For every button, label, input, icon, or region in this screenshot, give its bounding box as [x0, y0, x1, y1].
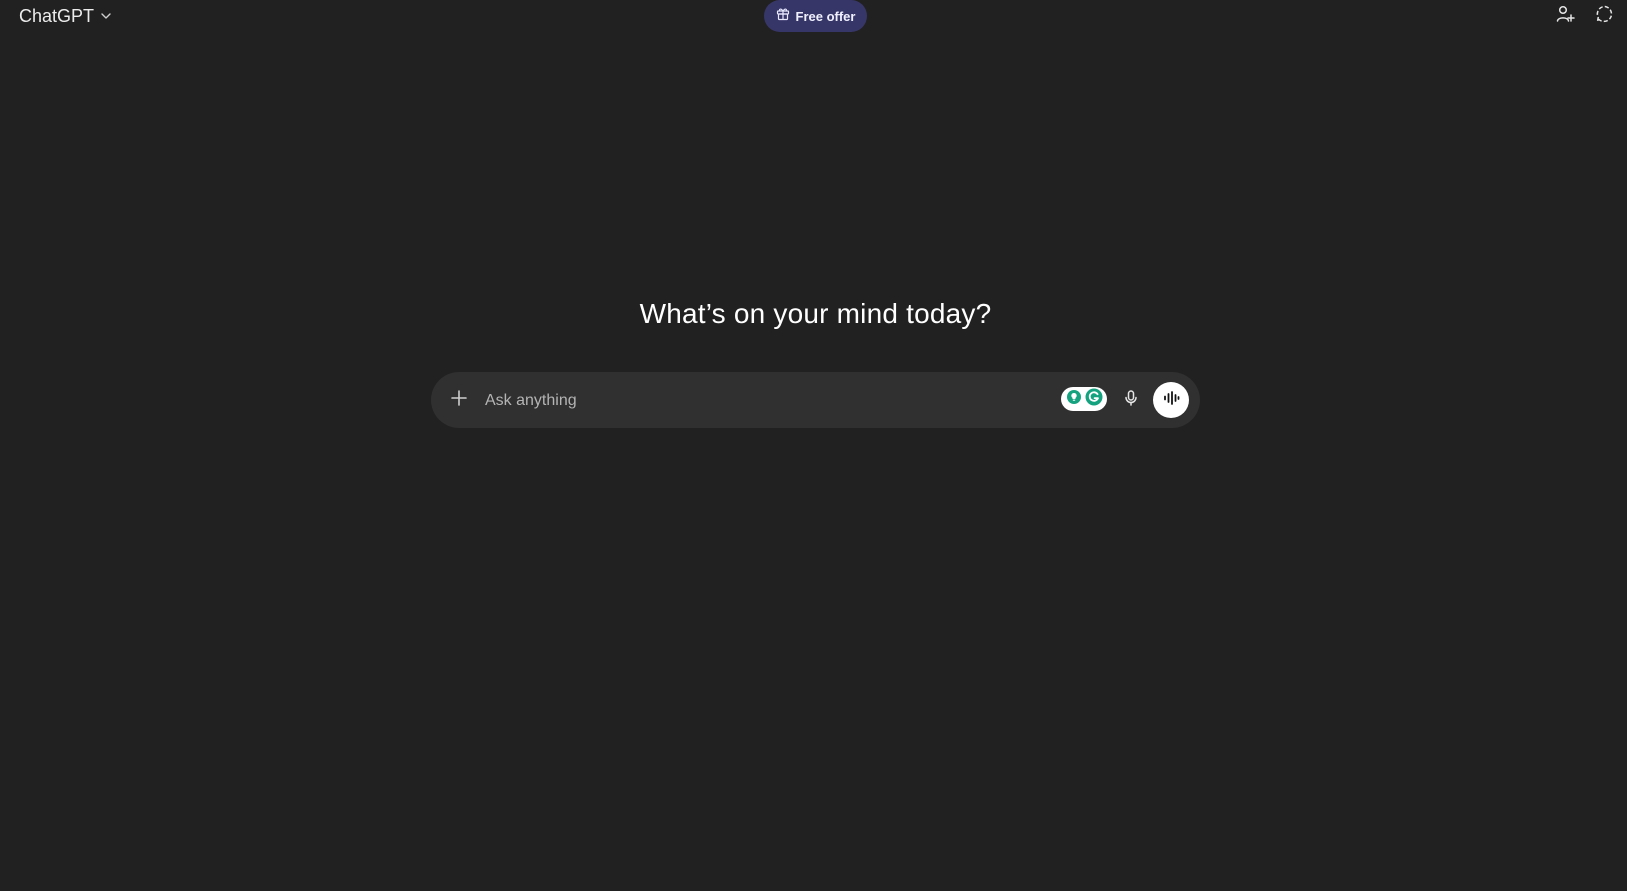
add-attachment-button[interactable]	[445, 386, 473, 414]
chevron-down-icon	[100, 10, 112, 22]
voice-waveform-icon	[1162, 389, 1180, 412]
lightbulb-icon	[1066, 389, 1082, 410]
add-user-icon	[1555, 4, 1575, 29]
prompt-input[interactable]	[483, 386, 987, 416]
gift-icon	[776, 7, 790, 26]
grammarly-extension-badge[interactable]	[1061, 387, 1107, 411]
dashed-chat-bubble-icon	[1595, 4, 1615, 29]
share-button[interactable]	[1553, 4, 1577, 28]
voice-mode-button[interactable]	[1153, 382, 1189, 418]
page-title: What’s on your mind today?	[639, 298, 992, 329]
plus-icon	[450, 389, 468, 412]
model-label: ChatGPT	[19, 5, 95, 26]
microphone-icon	[1122, 389, 1140, 412]
free-offer-button[interactable]: Free offer	[764, 0, 867, 32]
grammarly-icon	[1085, 388, 1103, 411]
temporary-chat-button[interactable]	[1593, 4, 1617, 28]
model-switcher-button[interactable]: ChatGPT	[12, 2, 119, 30]
dictate-button[interactable]	[1117, 386, 1145, 414]
free-offer-label: Free offer	[795, 8, 856, 24]
composer	[431, 372, 1200, 428]
chatgpt-home: ChatGPT Free offer What’s on your mind t…	[0, 0, 1627, 891]
